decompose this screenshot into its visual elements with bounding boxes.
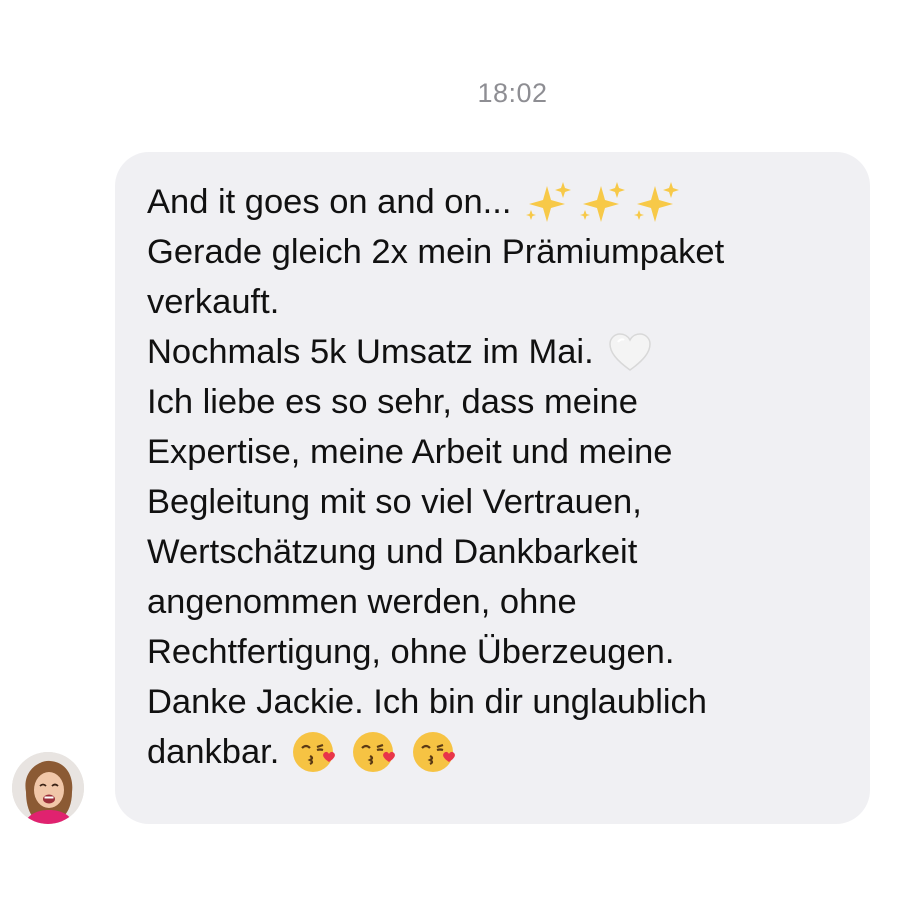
message-text: dankbar.	[147, 733, 280, 771]
message-text: angenommen werden, ohne	[147, 583, 577, 621]
message-text: Wertschätzung und Dankbarkeit	[147, 533, 638, 571]
message-bubble[interactable]: And it goes on and on... Gerade gleich 2…	[115, 152, 870, 824]
message-line-4: Nochmals 5k Umsatz im Mai.	[147, 327, 850, 377]
message-line-6: Expertise, meine Arbeit und meine	[147, 427, 850, 477]
kissing-heart-icon	[291, 729, 337, 775]
message-text: Ich liebe es so sehr, dass meine	[147, 383, 638, 421]
message-text: Gerade gleich 2x mein Prämiumpaket	[147, 233, 725, 271]
message-text: Expertise, meine Arbeit und meine	[147, 433, 673, 471]
kissing-heart-icon	[411, 729, 457, 775]
message-text: And it goes on and on...	[147, 183, 512, 221]
message-line-10: Rechtfertigung, ohne Überzeugen.	[147, 627, 850, 677]
sparkles-icon	[523, 180, 575, 224]
kissing-emoji-group	[291, 729, 457, 775]
message-line-5: Ich liebe es so sehr, dass meine	[147, 377, 850, 427]
message-line-1: And it goes on and on...	[147, 177, 850, 227]
message-line-9: angenommen werden, ohne	[147, 577, 850, 627]
sparkles-icon	[577, 180, 629, 224]
message-line-12: dankbar.	[147, 727, 850, 777]
message-text: Begleitung mit so viel Vertrauen,	[147, 483, 642, 521]
message-text: Nochmals 5k Umsatz im Mai.	[147, 333, 594, 371]
message-text: verkauft.	[147, 283, 280, 321]
message-line-8: Wertschätzung und Dankbarkeit	[147, 527, 850, 577]
message-line-7: Begleitung mit so viel Vertrauen,	[147, 477, 850, 527]
sparkles-icon	[631, 180, 683, 224]
message-line-3: verkauft.	[147, 277, 850, 327]
message-line-11: Danke Jackie. Ich bin dir unglaublich	[147, 677, 850, 727]
message-line-2: Gerade gleich 2x mein Prämiumpaket	[147, 227, 850, 277]
message-timestamp: 18:02	[477, 78, 548, 108]
kissing-heart-icon	[351, 729, 397, 775]
sender-avatar[interactable]	[12, 752, 84, 824]
white-heart-icon	[608, 332, 652, 372]
sparkles-emoji-group	[523, 180, 683, 224]
avatar-photo-icon	[12, 752, 84, 824]
message-text: Danke Jackie. Ich bin dir unglaublich	[147, 683, 707, 721]
message-text: Rechtfertigung, ohne Überzeugen.	[147, 633, 675, 671]
